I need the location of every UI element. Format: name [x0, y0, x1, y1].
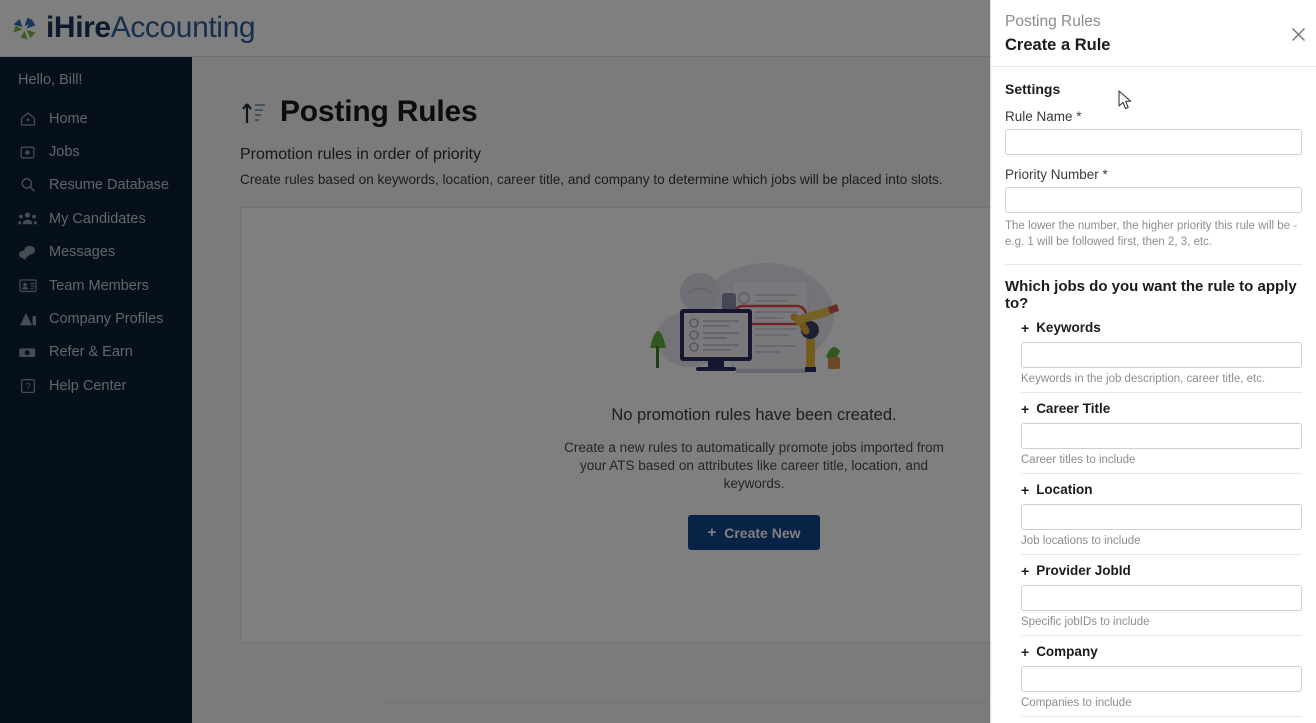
plus-icon: + — [1021, 400, 1030, 417]
rule-name-label: Rule Name * — [1005, 109, 1082, 124]
mouse-pointer-icon — [1118, 90, 1134, 112]
location-input[interactable] — [1021, 504, 1302, 530]
accordion-label: Provider JobId — [1036, 563, 1131, 578]
career-title-hint: Career titles to include — [1021, 454, 1136, 466]
section-divider — [1005, 264, 1302, 265]
drawer-body: Settings Rule Name * Priority Number * T… — [991, 67, 1316, 717]
accordion-header[interactable]: + Provider JobId — [1021, 563, 1302, 578]
keywords-hint: Keywords in the job description, career … — [1021, 373, 1266, 385]
priority-number-hint: The lower the number, the higher priorit… — [1005, 220, 1298, 248]
keywords-input[interactable] — [1021, 342, 1302, 368]
accordion-keywords[interactable]: + Keywords Keywords in the job descripti… — [1021, 312, 1302, 393]
accordion-header[interactable]: + Company — [1021, 644, 1302, 659]
plus-icon: + — [1021, 562, 1030, 579]
priority-number-input[interactable] — [1005, 187, 1302, 213]
rule-name-input[interactable] — [1005, 129, 1302, 155]
accordion-header[interactable]: + Keywords — [1021, 320, 1302, 335]
screen: iHireAccounting Hello, Bill! Home — [0, 0, 1316, 723]
rule-name-field-group: Rule Name * — [1005, 109, 1302, 155]
accordion-career-title[interactable]: + Career Title Career titles to include — [1021, 393, 1302, 474]
company-hint: Companies to include — [1021, 697, 1132, 709]
drawer-eyebrow: Posting Rules — [1005, 13, 1101, 30]
plus-icon: + — [1021, 319, 1030, 336]
accordion-company[interactable]: + Company Companies to include — [1021, 636, 1302, 717]
drawer-header: Posting Rules Create a Rule — [991, 0, 1316, 67]
location-hint: Job locations to include — [1021, 535, 1141, 547]
provider-jobid-input[interactable] — [1021, 585, 1302, 611]
plus-icon: + — [1021, 481, 1030, 498]
accordion-header[interactable]: + Career Title — [1021, 401, 1302, 416]
company-input[interactable] — [1021, 666, 1302, 692]
career-title-input[interactable] — [1021, 423, 1302, 449]
plus-icon: + — [1021, 643, 1030, 660]
accordion-label: Career Title — [1036, 401, 1111, 416]
drawer-title: Create a Rule — [1005, 36, 1111, 54]
close-icon[interactable] — [1286, 22, 1310, 46]
accordion-label: Company — [1036, 644, 1098, 659]
priority-number-label: Priority Number * — [1005, 167, 1108, 182]
accordion-label: Location — [1036, 482, 1093, 497]
modal-overlay[interactable] — [0, 0, 990, 723]
accordion-header[interactable]: + Location — [1021, 482, 1302, 497]
settings-heading: Settings — [1005, 81, 1061, 97]
create-rule-drawer: Posting Rules Create a Rule Settings Rul… — [990, 0, 1316, 723]
apply-to-heading: Which jobs do you want the rule to apply… — [1005, 278, 1297, 312]
accordion-provider-jobid[interactable]: + Provider JobId Specific jobIDs to incl… — [1021, 555, 1302, 636]
accordion-label: Keywords — [1036, 320, 1101, 335]
provider-jobid-hint: Specific jobIDs to include — [1021, 616, 1150, 628]
accordion-location[interactable]: + Location Job locations to include — [1021, 474, 1302, 555]
priority-number-field-group: Priority Number * The lower the number, … — [1005, 167, 1302, 250]
